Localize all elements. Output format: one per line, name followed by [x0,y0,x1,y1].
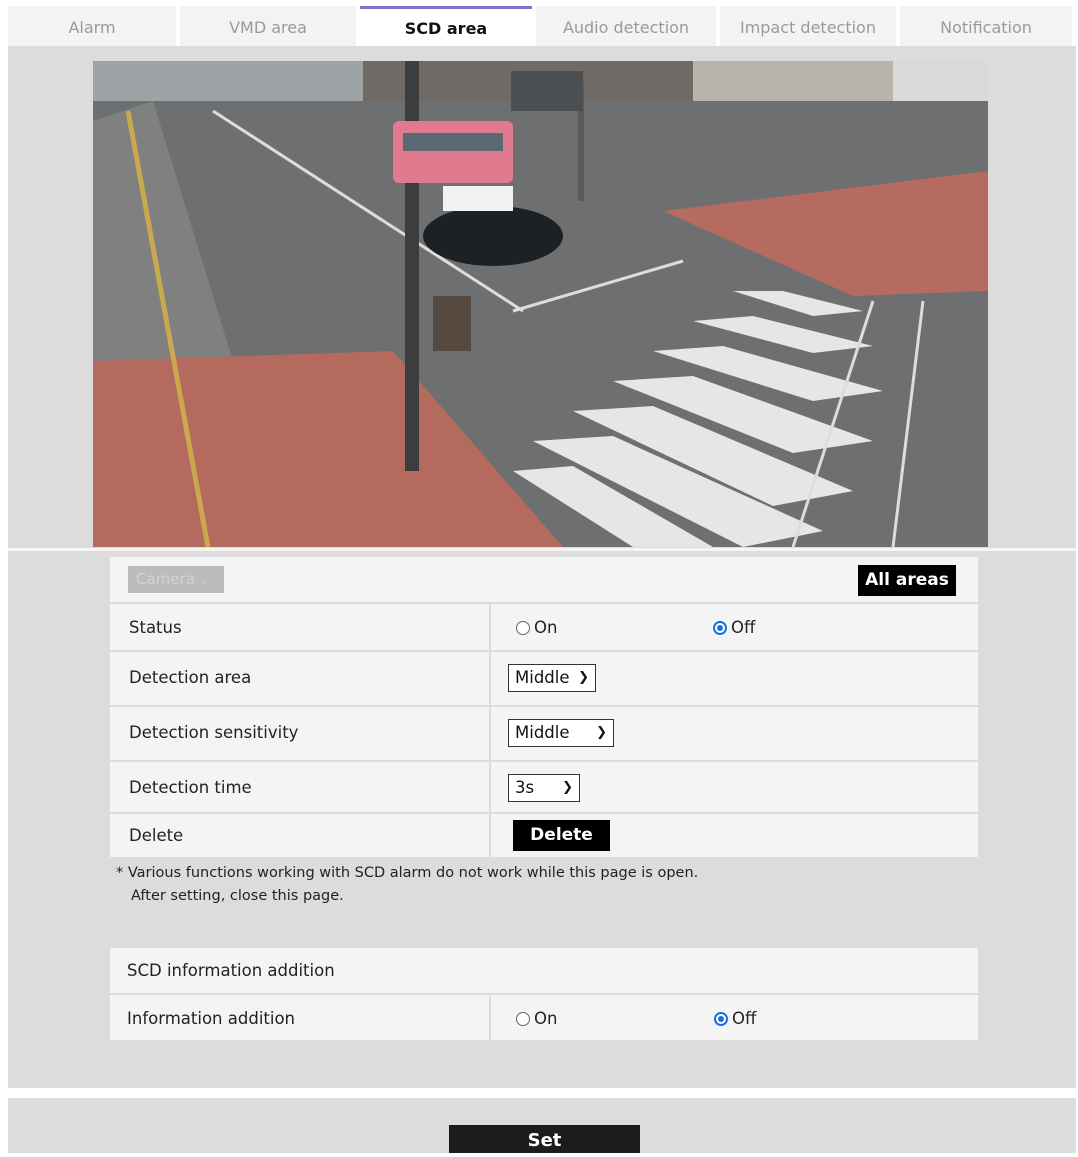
information-addition-label: Information addition [127,1009,296,1028]
detection-area-select[interactable]: Middle ❯ [508,664,596,692]
note-line-1: * Various functions working with SCD ala… [116,865,699,881]
column-separator [489,707,491,760]
all-areas-button[interactable]: All areas [858,565,956,596]
information-addition-off-radio[interactable]: Off [714,1009,756,1028]
detection-area-value: Middle [515,668,570,687]
tab-audio-detection[interactable]: Audio detection [536,6,716,46]
information-addition-on-radio[interactable]: On [516,1009,557,1028]
tab-scd-area[interactable]: SCD area [360,6,532,46]
information-addition-off-label: Off [732,1009,757,1028]
camera-select[interactable]: Camera ⌄ [128,566,224,593]
information-addition-on-label: On [534,1009,558,1028]
column-separator [489,762,491,812]
delete-label: Delete [129,826,184,845]
detection-time-row: Detection time 3s ❯ [110,760,978,812]
tab-notification[interactable]: Notification [900,6,1072,46]
information-addition-row: Information addition On Off [110,993,978,1040]
radio-unchecked-icon [516,620,530,635]
detection-area-row: Detection area Middle ❯ [110,650,978,705]
scd-info-header-row: SCD information addition [110,948,978,993]
column-separator [489,995,491,1040]
scd-info-header: SCD information addition [127,961,335,980]
set-button[interactable]: Set [449,1125,640,1153]
chevron-down-icon: ❯ [562,780,573,795]
chevron-down-icon: ⌄ [199,574,209,587]
detection-sensitivity-row: Detection sensitivity Middle ❯ [110,705,978,760]
detection-area-label: Detection area [129,668,252,687]
tab-impact-detection[interactable]: Impact detection [720,6,896,46]
area-header-row: Camera ⌄ All areas [110,557,978,602]
column-separator [489,652,491,705]
camera-live-image[interactable] [93,61,988,547]
detection-time-select[interactable]: 3s ❯ [508,774,580,802]
column-separator [489,814,491,857]
tab-vmd-area[interactable]: VMD area [180,6,356,46]
status-off-radio[interactable]: Off [713,618,755,637]
chevron-down-icon: ❯ [596,725,607,740]
detection-time-label: Detection time [129,778,252,797]
status-row: Status On Off [110,602,978,650]
detection-sensitivity-select[interactable]: Middle ❯ [508,719,614,747]
radio-checked-icon [713,620,727,635]
detection-sensitivity-label: Detection sensitivity [129,723,299,742]
camera-select-value: Camera [136,570,195,588]
status-on-label: On [534,618,558,637]
tab-bar: Alarm VMD area SCD area Audio detection … [8,6,1076,46]
note-text: * Various functions working with SCD ala… [116,862,698,908]
status-label: Status [129,618,182,637]
delete-button[interactable]: Delete [513,820,610,851]
detection-time-value: 3s [515,778,535,797]
status-on-radio[interactable]: On [516,618,557,637]
status-off-label: Off [731,618,756,637]
radio-checked-icon [714,1011,728,1026]
note-line-2: After setting, close this page. [131,888,344,904]
tab-alarm[interactable]: Alarm [8,6,176,46]
radio-unchecked-icon [516,1011,530,1026]
street-scene-image [93,61,988,547]
delete-row: Delete Delete [110,812,978,857]
chevron-down-icon: ❯ [578,670,589,685]
divider [8,548,1076,551]
column-separator [489,604,491,650]
detection-sensitivity-value: Middle [515,723,570,742]
